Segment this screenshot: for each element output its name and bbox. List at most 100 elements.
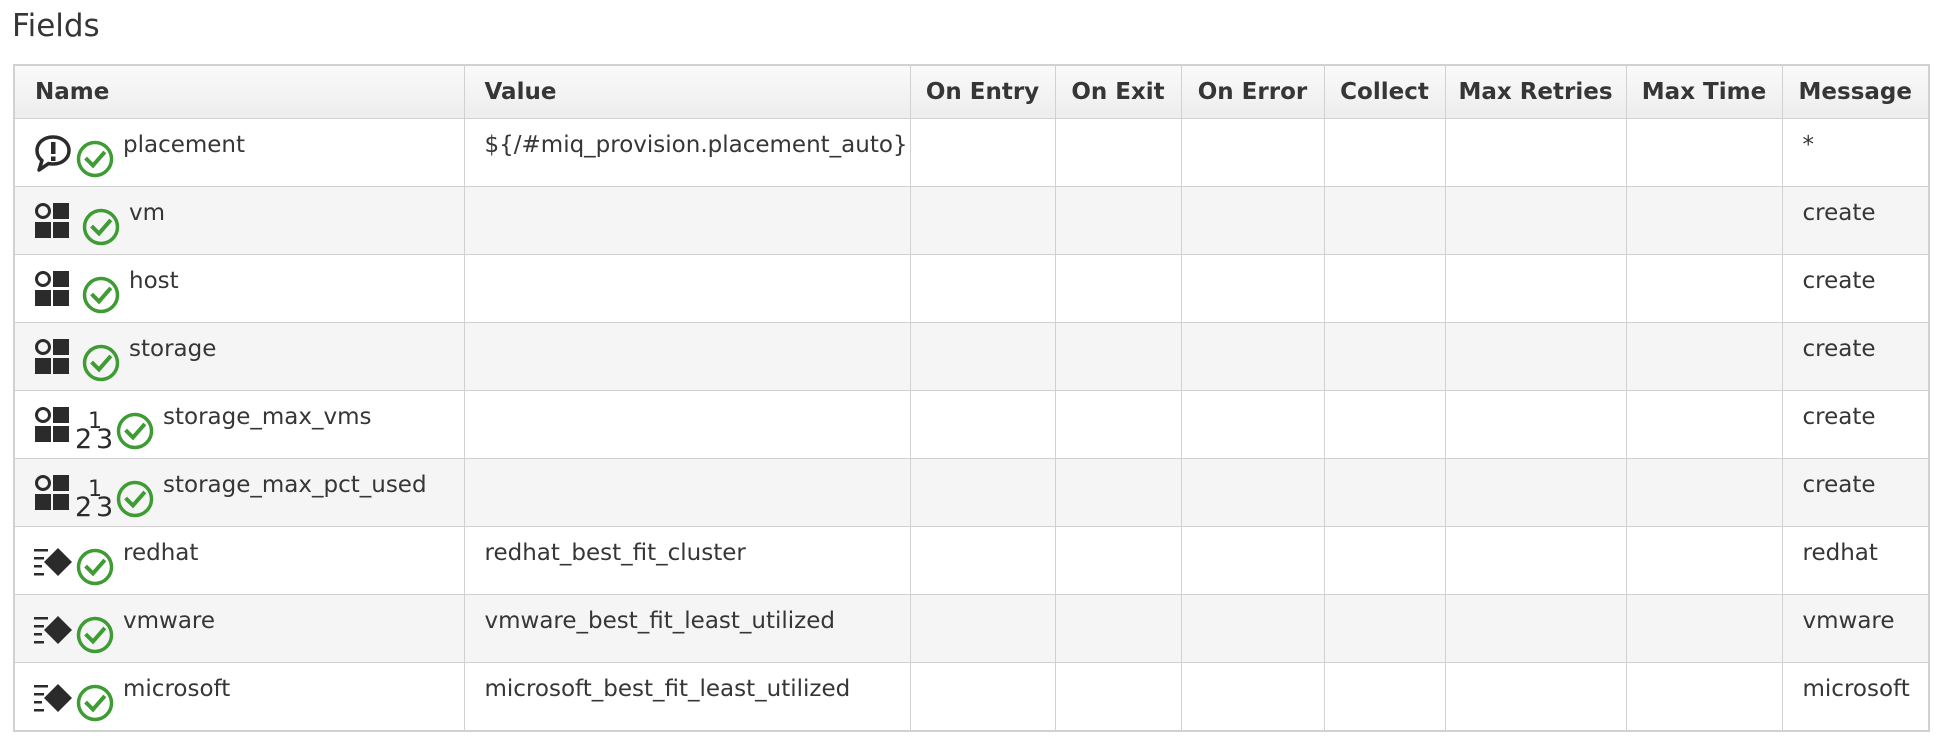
field-name: storage_max_pct_used	[163, 472, 427, 498]
max-time-cell	[1625, 254, 1783, 323]
on-error-cell	[1180, 186, 1325, 255]
message-cell: create	[1781, 186, 1930, 255]
collect-cell	[1323, 662, 1446, 732]
on-error-cell	[1180, 118, 1325, 187]
message-text: create	[1802, 472, 1876, 498]
max-time-cell	[1625, 458, 1783, 527]
numeric-123-icon: 213	[75, 409, 113, 451]
column-header-collect[interactable]: Collect	[1323, 64, 1446, 119]
comment-exclamation-icon	[35, 135, 71, 172]
table-row[interactable]: 2 1 3 storage_max_vms create	[13, 390, 1930, 459]
on-exit-cell	[1054, 390, 1182, 459]
message-cell: *	[1781, 118, 1930, 187]
table-header-row: Name Value On Entry On Exit On Error Col…	[13, 64, 1930, 119]
data-grid-icon	[35, 475, 69, 510]
svg-text:3: 3	[96, 424, 113, 451]
column-header-message[interactable]: Message	[1781, 64, 1930, 119]
message-text: create	[1802, 404, 1876, 430]
field-name: placement	[123, 132, 246, 158]
name-cell[interactable]: storage	[13, 322, 465, 391]
collect-cell	[1323, 322, 1446, 391]
relationship-diamond-icon	[34, 616, 72, 644]
value-cell	[463, 186, 911, 255]
column-header-max-time[interactable]: Max Time	[1625, 64, 1783, 119]
check-circle-icon	[116, 480, 154, 518]
max-retries-cell	[1444, 186, 1627, 255]
max-retries-cell	[1444, 118, 1627, 187]
on-exit-cell	[1054, 526, 1182, 595]
name-cell[interactable]: microsoft	[13, 662, 465, 732]
on-entry-cell	[909, 186, 1056, 255]
message-text: *	[1802, 132, 1815, 158]
max-time-cell	[1625, 526, 1783, 595]
field-name: redhat	[123, 540, 199, 566]
data-grid-icon	[35, 407, 69, 442]
table-row[interactable]: redhat redhat_best_fit_cluster redhat	[13, 526, 1930, 595]
column-header-on-entry[interactable]: On Entry	[909, 64, 1056, 119]
field-name: vm	[129, 200, 166, 226]
column-header-name[interactable]: Name	[13, 64, 465, 119]
on-entry-cell	[909, 322, 1056, 391]
message-cell: create	[1781, 458, 1930, 527]
message-text: vmware	[1802, 608, 1895, 634]
field-name: vmware	[123, 608, 216, 634]
field-name: storage	[129, 336, 217, 362]
check-circle-icon	[76, 140, 114, 178]
collect-cell	[1323, 186, 1446, 255]
message-cell: microsoft	[1781, 662, 1930, 732]
table-row[interactable]: vmware vmware_best_fit_least_utilized vmwa…	[13, 594, 1930, 663]
table-row[interactable]: host create	[13, 254, 1930, 323]
on-entry-cell	[909, 458, 1056, 527]
value-cell: redhat_best_fit_cluster	[463, 526, 911, 595]
table-row[interactable]: placement ${/#miq_provision.placement_aut…	[13, 118, 1930, 187]
message-cell: create	[1781, 390, 1930, 459]
max-retries-cell	[1444, 458, 1627, 527]
message-cell: vmware	[1781, 594, 1930, 663]
check-circle-icon	[82, 208, 120, 246]
message-cell: redhat	[1781, 526, 1930, 595]
on-entry-cell	[909, 118, 1056, 187]
table-row[interactable]: storage create	[13, 322, 1930, 391]
on-exit-cell	[1054, 254, 1182, 323]
max-retries-cell	[1444, 594, 1627, 663]
fields-table: Name Value On Entry On Exit On Error Col…	[13, 64, 1930, 732]
table-row[interactable]: 2 1 3 storage_max_pct_used create	[13, 458, 1930, 527]
data-grid-icon	[35, 339, 69, 374]
max-retries-cell	[1444, 390, 1627, 459]
name-cell[interactable]: host	[13, 254, 465, 323]
column-header-on-exit[interactable]: On Exit	[1054, 64, 1182, 119]
name-cell[interactable]: 2 1 3 storage_max_pct_used	[13, 458, 465, 527]
on-exit-cell	[1054, 594, 1182, 663]
collect-cell	[1323, 390, 1446, 459]
name-cell[interactable]: vmware	[13, 594, 465, 663]
relationship-diamond-icon	[34, 548, 72, 576]
collect-cell	[1323, 526, 1446, 595]
on-entry-cell	[909, 526, 1056, 595]
max-retries-cell	[1444, 254, 1627, 323]
name-cell[interactable]: placement	[13, 118, 465, 187]
field-name: host	[129, 268, 179, 294]
message-text: create	[1802, 336, 1876, 362]
message-text: create	[1802, 268, 1876, 294]
on-exit-cell	[1054, 458, 1182, 527]
fields-page: Fields Name Value On Entry On Exit On Er…	[0, 0, 1942, 746]
collect-cell	[1323, 254, 1446, 323]
check-circle-icon	[116, 412, 154, 450]
on-error-cell	[1180, 526, 1325, 595]
column-header-max-retries[interactable]: Max Retries	[1444, 64, 1627, 119]
column-header-on-error[interactable]: On Error	[1180, 64, 1325, 119]
on-entry-cell	[909, 662, 1056, 732]
name-cell[interactable]: vm	[13, 186, 465, 255]
on-exit-cell	[1054, 118, 1182, 187]
value-text: redhat_best_fit_cluster	[484, 540, 746, 566]
message-text: microsoft	[1802, 676, 1910, 702]
table-row[interactable]: microsoft microsoft_best_fit_least_utiliz…	[13, 662, 1930, 732]
name-cell[interactable]: redhat	[13, 526, 465, 595]
column-header-value[interactable]: Value	[463, 64, 911, 119]
value-cell	[463, 254, 911, 323]
collect-cell	[1323, 594, 1446, 663]
name-cell[interactable]: 2 1 3 storage_max_vms	[13, 390, 465, 459]
table-row[interactable]: vm create	[13, 186, 1930, 255]
value-text: ${/#miq_provision.placement_auto}	[484, 132, 908, 158]
max-retries-cell	[1444, 526, 1627, 595]
